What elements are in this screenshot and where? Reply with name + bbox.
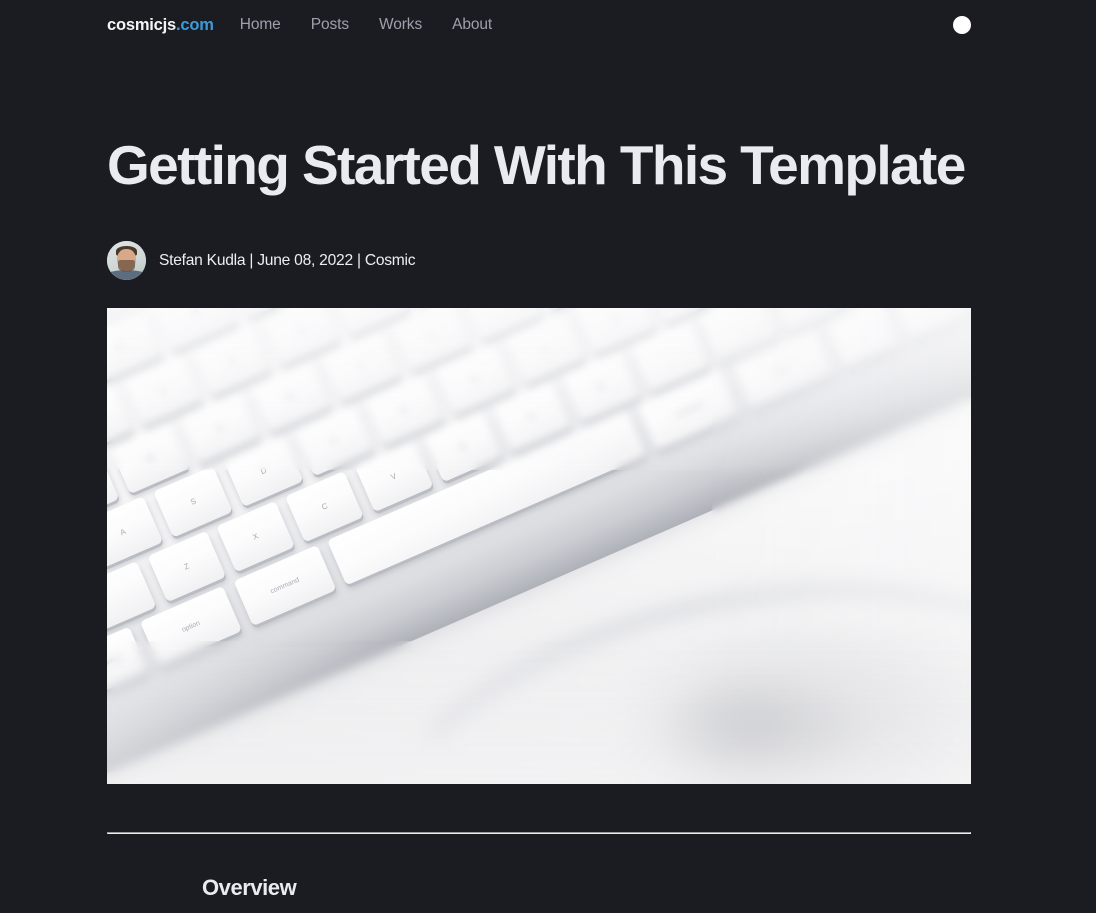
logo-tld: .com: [176, 15, 214, 34]
hero-image: escF1F2F3F4F5F6F7F8F9F10F11F12~123456789…: [107, 308, 971, 785]
keyboard-key-glyph: F: [330, 435, 339, 446]
keyboard-key: control: [107, 626, 149, 696]
keyboard-key-glyph: Z: [182, 561, 191, 572]
nav-link-about[interactable]: About: [452, 16, 492, 34]
keyboard-key-glyph: K: [611, 312, 620, 324]
post-article: Getting Started With This Template Stefa…: [0, 134, 1096, 901]
keyboard-key-glyph: J: [541, 343, 549, 354]
nav-link-works[interactable]: Works: [379, 16, 422, 34]
keyboard-key-glyph: M: [596, 380, 606, 392]
keyboard-key: ↑: [891, 308, 967, 341]
keyboard-key-glyph: command: [269, 576, 301, 595]
keyboard-key-glyph: ↑: [925, 308, 932, 310]
keyboard-key-glyph: 4: [228, 355, 236, 366]
keyboard-key-glyph: command: [673, 400, 705, 420]
keyboard-key-glyph: E: [216, 422, 225, 433]
keyboard-key: ←: [825, 308, 901, 370]
keyboard-key-glyph: R: [286, 391, 296, 403]
keyboard-key-glyph: V: [389, 471, 399, 482]
byline-text: Stefan Kudla | June 08, 2022 | Cosmic: [159, 251, 416, 269]
nav-links: Home Posts Works About: [240, 16, 492, 34]
keyboard-key-glyph: F3: [191, 309, 202, 320]
keyboard-key-glyph: option: [772, 362, 794, 377]
keyboard-key-glyph: W: [144, 452, 156, 464]
keyboard-key-glyph: A: [118, 526, 128, 538]
keyboard-key-glyph: .: [736, 321, 742, 331]
post-body: Overview: [107, 834, 989, 901]
nav-link-home[interactable]: Home: [240, 16, 281, 34]
logo-name: cosmicjs: [107, 15, 177, 34]
keyboard-key-glyph: B: [458, 441, 468, 452]
nav-link-posts[interactable]: Posts: [311, 16, 349, 34]
hero-image-scene: escF1F2F3F4F5F6F7F8F9F10F11F12~123456789…: [107, 308, 971, 785]
keyboard-key-glyph: ,: [667, 351, 673, 361]
keyboard-key-glyph: 5: [297, 325, 305, 336]
circle-icon[interactable]: [953, 16, 971, 34]
keyboard-key-glyph: D: [259, 465, 269, 477]
keyboard-key-glyph: C: [320, 501, 330, 512]
keyboard-key-glyph: N: [527, 410, 537, 422]
keyboard-key-glyph: S: [189, 496, 198, 507]
post-byline: Stefan Kudla | June 08, 2022 | Cosmic: [107, 241, 989, 281]
site-logo[interactable]: cosmicjs.com: [107, 16, 214, 35]
page-title: Getting Started With This Template: [107, 134, 966, 196]
keyboard-key-glyph: Y: [427, 330, 437, 342]
keyboard-key-glyph: ←: [857, 328, 869, 341]
keyboard-key-glyph: U: [498, 308, 507, 310]
keyboard-key-glyph: H: [470, 373, 480, 385]
keyboard-key-glyph: F2: [115, 342, 126, 353]
keyboard-key-glyph: T: [357, 361, 366, 372]
keyboard-key-glyph: control: [107, 653, 123, 669]
keyboard-key-glyph: 3: [159, 385, 167, 396]
site-navbar: cosmicjs.com Home Posts Works About: [0, 0, 1096, 50]
keyboard-key-glyph: G: [399, 404, 410, 416]
avatar: [107, 241, 146, 281]
keyboard-key-glyph: X: [251, 531, 261, 542]
keyboard-key-glyph: option: [181, 619, 202, 634]
section-heading-overview: Overview: [202, 875, 297, 901]
